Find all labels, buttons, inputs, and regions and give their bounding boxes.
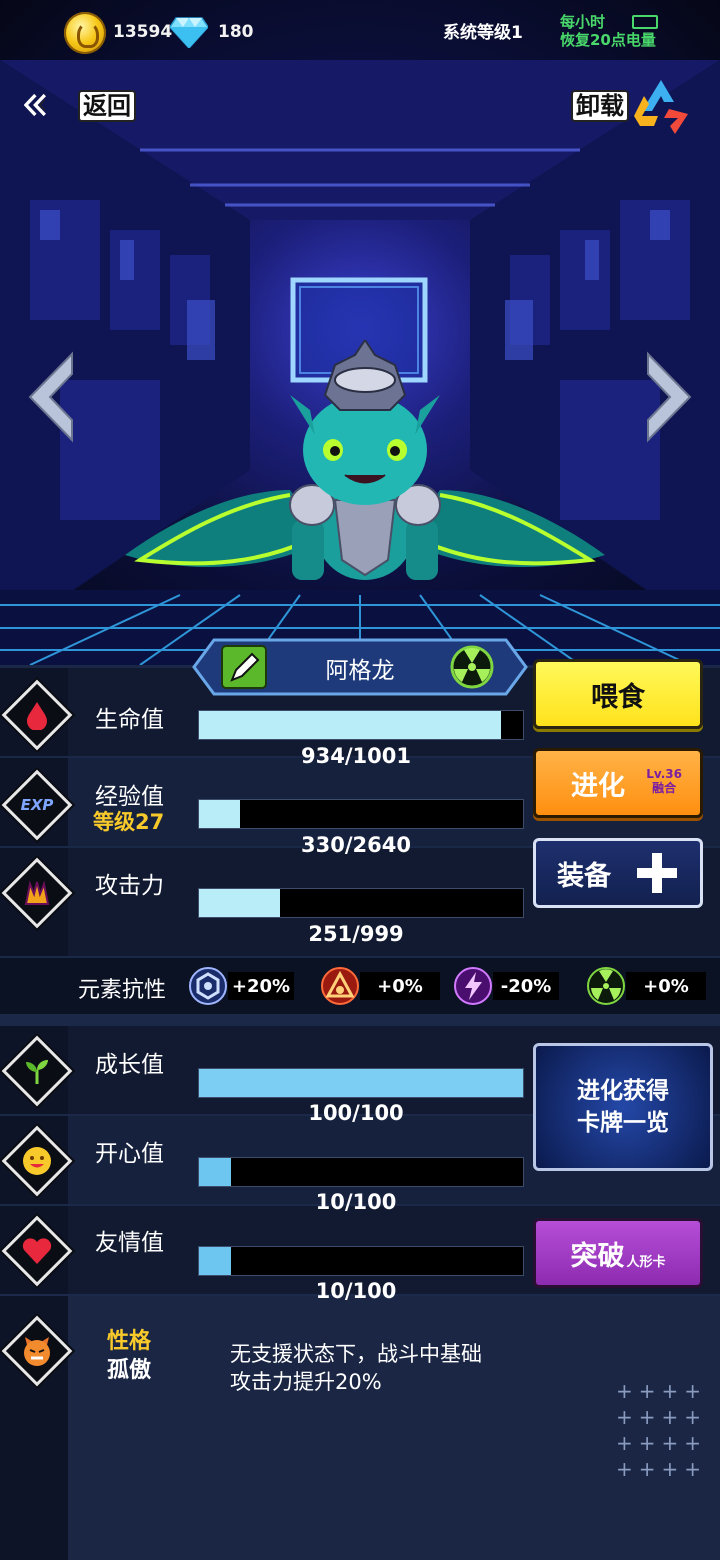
cards-label-2: 卡牌一览: [577, 1110, 669, 1136]
friendship-label: 友情值: [95, 1230, 164, 1256]
resist-radiation-value: +0%: [626, 972, 706, 1000]
exp-bar-fill: [199, 800, 240, 828]
evolve-badge: Lv.36 融合: [646, 767, 682, 795]
hp-bar-fill: [199, 711, 502, 739]
growth-label: 成长值: [95, 1052, 164, 1078]
friendship-bar-fill: [199, 1247, 232, 1275]
growth-bar-fill: [199, 1069, 523, 1097]
trait-name: 孤傲: [107, 1358, 152, 1383]
trait-desc-line-2: 攻击力提升20%: [230, 1370, 382, 1394]
evolve-label: 进化: [571, 770, 625, 802]
exp-value: 330/2640: [301, 833, 411, 857]
gold-coin-icon: [64, 12, 106, 54]
recycle-icon[interactable]: [630, 76, 692, 134]
back-button[interactable]: [24, 80, 76, 130]
edit-name-button[interactable]: [222, 646, 268, 690]
friendship-bar: [198, 1246, 524, 1276]
evolution-cards-button[interactable]: 进化获得 卡牌一览: [533, 1043, 713, 1171]
feed-label: 喂食: [591, 681, 645, 713]
trait-desc-line-1: 无支援状态下，战斗中基础: [230, 1342, 482, 1366]
resistance-label: 元素抗性: [78, 978, 167, 1003]
feed-button[interactable]: 喂食: [533, 659, 703, 729]
diamond-icon: [170, 17, 208, 48]
breakthrough-sub-label: 人形卡: [626, 1254, 666, 1270]
evolve-badge-fusion: 融合: [652, 781, 677, 795]
breakthrough-label: 突破: [570, 1240, 625, 1272]
evolve-button[interactable]: 进化 Lv.36 融合: [533, 748, 703, 818]
energy-line-2: 恢复20点电量: [560, 31, 656, 49]
friendship-value: 10/100: [315, 1279, 397, 1303]
resist-fire-value: +0%: [360, 972, 440, 1000]
attack-label: 攻击力: [95, 873, 164, 899]
resist-lightning-value: -20%: [493, 972, 559, 1000]
growth-bar: [198, 1068, 524, 1098]
pet-scene: 13594 180 系统等级1 每小时 恢复20点电量 返回 卸载: [0, 0, 720, 665]
prev-pet-arrow[interactable]: [26, 350, 76, 445]
dragon-pet[interactable]: [120, 340, 610, 600]
radiation-icon: [587, 967, 625, 1005]
shield-icon: [189, 967, 227, 1005]
pet-name: 阿格龙: [325, 658, 395, 684]
attack-bar-fill: [199, 889, 281, 917]
happy-bar-fill: [199, 1158, 232, 1186]
unload-button[interactable]: 卸载: [571, 90, 629, 122]
system-level: 系统等级1: [443, 23, 523, 43]
plus-icon: [637, 853, 677, 893]
gold-amount: 13594: [113, 22, 173, 42]
hp-value: 934/1001: [301, 744, 411, 768]
happy-bar: [198, 1157, 524, 1187]
resist-shield-value: +20%: [228, 972, 294, 1000]
back-label[interactable]: 返回: [78, 90, 136, 122]
exp-level: 等级27: [93, 810, 165, 834]
happy-label: 开心值: [95, 1141, 164, 1167]
hp-label: 生命值: [95, 707, 164, 733]
next-pet-arrow[interactable]: [644, 350, 694, 445]
trait-title: 性格: [107, 1329, 152, 1354]
growth-value: 100/100: [308, 1101, 404, 1125]
exp-bar: [198, 799, 524, 829]
equip-label: 装备: [557, 860, 611, 892]
breakthrough-button[interactable]: 突破 人形卡: [533, 1218, 703, 1288]
lightning-icon: [454, 967, 492, 1005]
diamond-amount: 180: [218, 22, 254, 42]
evolve-badge-level: Lv.36: [646, 767, 682, 781]
hp-bar: [198, 710, 524, 740]
attack-value: 251/999: [308, 922, 404, 946]
attack-bar: [198, 888, 524, 918]
battery-icon: [632, 15, 658, 29]
equip-button[interactable]: 装备: [533, 838, 703, 908]
trait-description: 无支援状态下，战斗中基础 攻击力提升20%: [230, 1340, 530, 1396]
cards-label-1: 进化获得: [577, 1078, 669, 1104]
happy-value: 10/100: [315, 1190, 397, 1214]
decorative-plus-grid: ++++ ++++ ++++ ++++: [616, 1379, 708, 1481]
fire-icon: [321, 967, 359, 1005]
